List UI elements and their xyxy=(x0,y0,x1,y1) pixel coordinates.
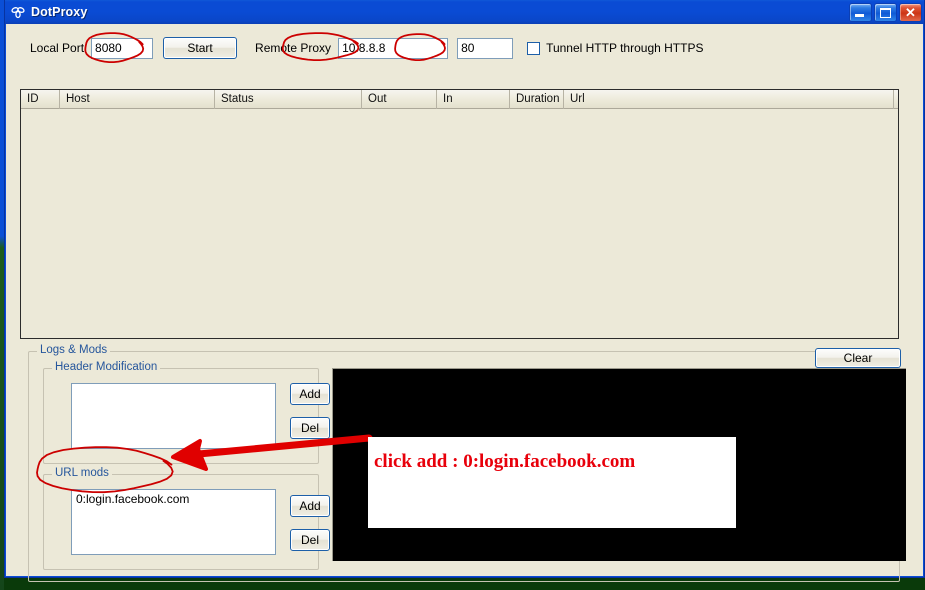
remote-proxy-label: Remote Proxy xyxy=(255,41,332,55)
application-window: DotProxy ✕ Local Port Start Remote Proxy… xyxy=(4,0,925,582)
close-button[interactable]: ✕ xyxy=(899,2,922,22)
url-mods-group: URL mods 0:login.facebook.com Add Del xyxy=(43,467,330,570)
console-output-panel[interactable] xyxy=(332,368,906,561)
session-list-body[interactable] xyxy=(21,109,898,338)
session-list[interactable]: ID Host Status Out In Duration Url xyxy=(20,89,899,339)
tunnel-https-checkbox[interactable] xyxy=(527,41,541,55)
url-add-button[interactable]: Add xyxy=(290,495,330,517)
session-list-header: ID Host Status Out In Duration Url xyxy=(21,89,898,109)
logs-and-mods-label: Logs & Mods xyxy=(37,344,111,356)
connection-toolbar: Local Port Start Remote Proxy Tunnel HTT… xyxy=(6,34,923,62)
url-del-button[interactable]: Del xyxy=(290,529,330,551)
header-add-button[interactable]: Add xyxy=(290,383,330,405)
client-area: Local Port Start Remote Proxy Tunnel HTT… xyxy=(5,24,924,582)
local-port-input[interactable] xyxy=(91,37,154,59)
header-modification-label: Header Modification xyxy=(52,361,161,373)
url-mods-list-item[interactable]: 0:login.facebook.com xyxy=(72,490,275,506)
column-header-url[interactable]: Url xyxy=(564,89,894,109)
remote-proxy-host-input[interactable] xyxy=(338,37,449,59)
url-mods-label: URL mods xyxy=(52,467,112,479)
window-title: DotProxy xyxy=(31,5,88,19)
tunnel-https-label: Tunnel HTTP through HTTPS xyxy=(546,41,704,55)
start-button[interactable]: Start xyxy=(163,37,238,59)
header-del-button[interactable]: Del xyxy=(290,417,330,439)
header-modification-listbox[interactable] xyxy=(71,383,276,449)
column-header-in[interactable]: In xyxy=(437,89,510,109)
column-header-host[interactable]: Host xyxy=(60,89,215,109)
minimize-button[interactable] xyxy=(849,2,872,22)
column-header-id[interactable]: ID xyxy=(21,89,60,109)
clear-button[interactable]: Clear xyxy=(815,348,901,368)
local-port-label: Local Port xyxy=(30,41,85,55)
title-bar[interactable]: DotProxy ✕ xyxy=(5,0,924,24)
column-header-status[interactable]: Status xyxy=(215,89,362,109)
remote-proxy-port-input[interactable] xyxy=(457,37,514,59)
header-modification-group: Header Modification Add Del xyxy=(43,361,330,464)
maximize-button[interactable] xyxy=(874,2,897,22)
column-header-out[interactable]: Out xyxy=(362,89,437,109)
url-mods-listbox[interactable]: 0:login.facebook.com xyxy=(71,489,276,555)
column-header-duration[interactable]: Duration xyxy=(510,89,564,109)
propeller-icon xyxy=(10,4,26,20)
